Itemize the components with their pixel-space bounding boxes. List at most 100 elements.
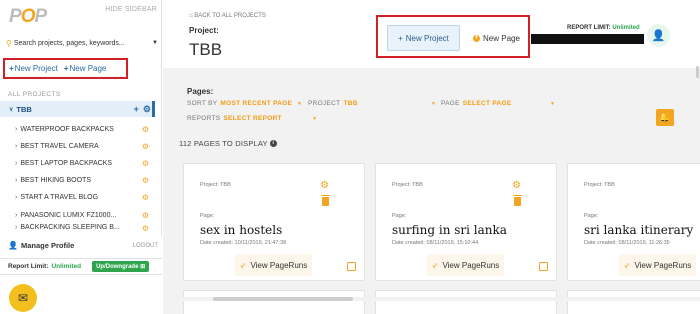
card-page-label: Page: (584, 213, 599, 219)
sort-by-filter[interactable]: SORT BY MOST RECENT PAGE (187, 100, 292, 107)
card-page-name[interactable]: sri lanka itinerary (584, 223, 693, 237)
chevron-down-icon[interactable]: ▼ (312, 116, 317, 122)
sidebar-item-project[interactable]: › START A TRAVEL BLOG ⚙ (0, 189, 155, 206)
page-filter-value: SELECT PAGE (462, 100, 512, 107)
mail-icon[interactable]: ✉ (9, 284, 37, 312)
page-card[interactable]: Project: TBB ⚙ Page: surfing in sri lank… (375, 163, 557, 281)
page-card[interactable]: Project: TBB ⚙ Page: sri lanka itinerary… (567, 163, 700, 281)
new-project-button[interactable]: + New Project (387, 25, 460, 51)
view-pageruns-button[interactable]: ➶ View PageRuns (235, 254, 312, 276)
main-content: ⌂ BACK TO ALL PROJECTS Project: TBB + Ne… (163, 0, 700, 314)
reports-filter[interactable]: REPORTS SELECT REPORT (187, 115, 282, 122)
sidebar-new-page-button[interactable]: +New Page (64, 64, 107, 73)
gear-icon[interactable]: ⚙ (142, 193, 149, 202)
logout-link[interactable]: LOGOUT (133, 243, 158, 249)
hide-sidebar-link[interactable]: HIDE SIDEBAR (105, 6, 157, 13)
report-limit-value: Unlimited (51, 263, 82, 270)
sidebar-actions: +New Project +New Page (3, 58, 128, 79)
sort-by-value: MOST RECENT PAGE (220, 100, 293, 107)
user-icon: 👤 (8, 241, 18, 250)
chevron-down-icon[interactable]: ▼ (152, 40, 158, 46)
sidebar-item-project[interactable]: › BEST HIKING BOOTS ⚙ (0, 172, 155, 189)
gear-icon[interactable]: ⚙ (320, 180, 329, 191)
sidebar: POP HIDE SIDEBAR ⚲ Search projects, page… (0, 0, 162, 314)
report-limit-value: Unlimited (612, 25, 640, 31)
sidebar-item-label: START A TRAVEL BLOG (20, 194, 99, 202)
gear-icon[interactable]: ⚙ (143, 104, 151, 115)
back-link[interactable]: ⌂ BACK TO ALL PROJECTS (189, 13, 266, 19)
all-projects-heading: ALL PROJECTS (8, 91, 61, 98)
sidebar-item-project[interactable]: › WATERPROOF BACKPACKS ⚙ (0, 121, 155, 138)
card-date: Date created: 08/11/2019, 15:10:44 (392, 240, 479, 246)
header-actions: + New Project + New Page (376, 15, 530, 58)
sidebar-item-project[interactable]: › BACKPACKING SLEEPING B... ⚙ (0, 224, 155, 231)
manage-profile-label: Manage Profile (20, 241, 75, 250)
page-filter[interactable]: PAGE SELECT PAGE (441, 100, 511, 107)
plus-icon: + (9, 64, 14, 73)
sidebar-footer: 👤 Manage Profile LOGOUT Report Limit: Un… (0, 236, 162, 314)
card-page-name[interactable]: sex in hostels (200, 223, 282, 237)
bell-icon[interactable]: 🔔 (656, 109, 674, 126)
report-limit-status: Report Limit: Unlimited Up/Downgrade ⊞ (0, 258, 162, 275)
pages-filter-panel: Pages: SORT BY MOST RECENT PAGE ▼ PROJECT… (163, 78, 700, 130)
select-checkbox[interactable] (347, 262, 356, 271)
chevron-right-icon: › (15, 177, 18, 185)
gear-icon[interactable]: ⚙ (142, 125, 149, 134)
gear-icon[interactable]: ⚙ (142, 211, 149, 220)
chevron-right-icon: › (15, 194, 18, 202)
chevron-right-icon: › (15, 223, 18, 231)
gear-icon[interactable]: ⚙ (142, 159, 149, 168)
pages-count: 112 PAGES TO DISPLAY i (179, 139, 277, 148)
view-pageruns-button[interactable]: ➶ View PageRuns (619, 254, 696, 276)
sidebar-new-project-button[interactable]: +New Project (9, 64, 58, 73)
project-header: ⌂ BACK TO ALL PROJECTS Project: TBB + Ne… (163, 0, 700, 68)
home-icon: ⌂ (189, 13, 193, 19)
scrollbar[interactable] (696, 66, 699, 78)
page-card[interactable] (183, 290, 365, 314)
select-checkbox[interactable] (539, 262, 548, 271)
search-input[interactable]: ⚲ Search projects, pages, keywords... ▼ (6, 35, 158, 51)
sidebar-item-project[interactable]: › BEST TRAVEL CAMERA ⚙ (0, 138, 155, 155)
sidebar-item-label: PANASONIC LUMIX FZ1000... (20, 211, 117, 219)
pop-logo[interactable]: POP (9, 6, 47, 28)
sidebar-item-label: BEST HIKING BOOTS (20, 177, 92, 185)
new-page-button[interactable]: + New Page (466, 25, 527, 51)
chevron-down-icon[interactable]: ▼ (550, 101, 555, 107)
plus-circle-icon: + (473, 34, 481, 42)
view-pageruns-label: View PageRuns (442, 260, 500, 270)
avatar[interactable]: 👤 (647, 24, 670, 47)
chevron-down-icon[interactable]: ∨ (9, 106, 13, 113)
project-filter[interactable]: PROJECT TBB (308, 100, 358, 107)
upgrade-button[interactable]: Up/Downgrade ⊞ (92, 261, 150, 272)
info-icon[interactable]: i (269, 140, 277, 147)
view-pageruns-button[interactable]: ➶ View PageRuns (427, 254, 504, 276)
add-icon[interactable]: + (134, 104, 139, 115)
reports-filter-label: REPORTS (187, 115, 221, 122)
active-indicator (152, 101, 155, 117)
card-page-name[interactable]: surfing in sri lanka (392, 223, 507, 237)
view-pageruns-label: View PageRuns (634, 260, 692, 270)
chevron-down-icon[interactable]: ▼ (297, 101, 302, 107)
scrollbar-thumb[interactable] (213, 297, 353, 301)
page-card[interactable]: Project: TBB ⚙ Page: sex in hostels Date… (183, 163, 365, 281)
project-filter-value: TBB (343, 100, 358, 107)
upgrade-label: Up/Downgrade (96, 264, 139, 270)
horizontal-scrollbar[interactable] (163, 297, 700, 301)
sidebar-item-project[interactable]: › PANASONIC LUMIX FZ1000... ⚙ (0, 206, 155, 223)
sidebar-item-project[interactable]: › BEST LAPTOP BACKPACKS ⚙ (0, 155, 155, 172)
page-card-grid: Project: TBB ⚙ Page: sex in hostels Date… (163, 163, 700, 314)
sidebar-item-tbb[interactable]: ∨ TBB + ⚙ (0, 101, 155, 117)
gear-icon[interactable]: ⚙ (142, 224, 149, 231)
sidebar-item-label: BEST TRAVEL CAMERA (20, 143, 99, 151)
page-card[interactable] (375, 290, 557, 314)
gear-icon[interactable]: ⚙ (512, 180, 521, 191)
manage-profile-link[interactable]: 👤 Manage Profile (8, 241, 74, 250)
chevron-down-icon[interactable]: ▼ (431, 101, 436, 107)
new-project-label: New Project (14, 64, 58, 73)
gear-icon[interactable]: ⚙ (142, 176, 149, 185)
page-card[interactable] (567, 290, 700, 314)
chevron-right-icon: › (15, 143, 18, 151)
gear-icon[interactable]: ⚙ (142, 142, 149, 151)
trash-icon[interactable] (321, 195, 330, 206)
trash-icon[interactable] (513, 195, 522, 206)
